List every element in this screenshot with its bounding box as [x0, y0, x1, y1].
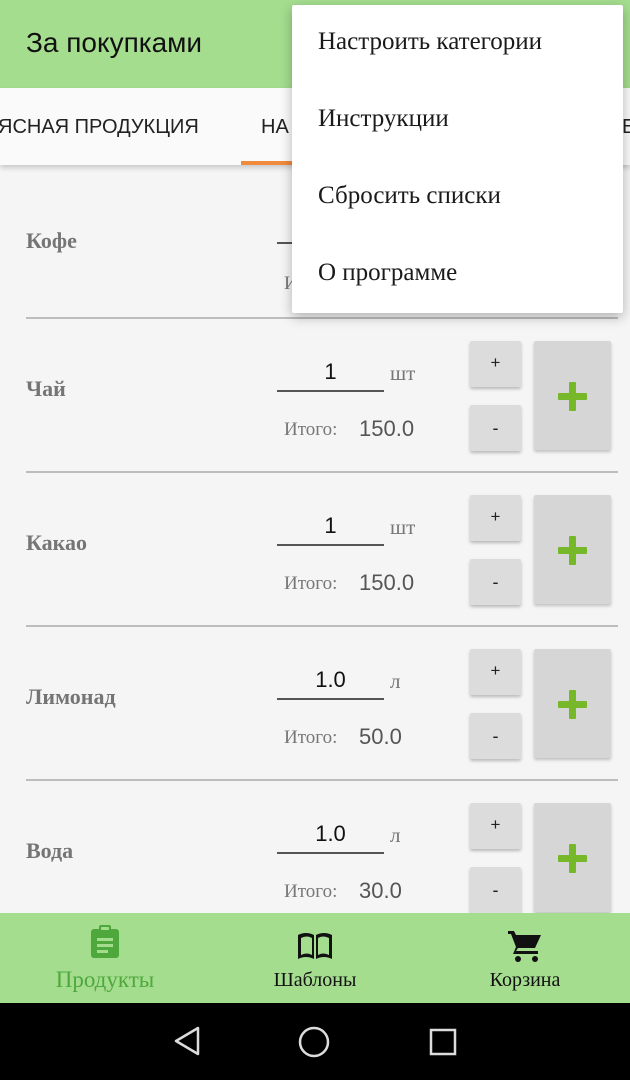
back-icon[interactable]	[172, 1025, 202, 1057]
plus-icon	[558, 382, 587, 411]
total-value: 30.0	[359, 878, 402, 903]
plus-icon	[558, 844, 587, 873]
book-icon	[298, 933, 332, 959]
recents-icon[interactable]	[429, 1028, 457, 1056]
menu-item-instructions[interactable]: Инструкции	[292, 82, 623, 159]
total-label: Итого:	[284, 727, 338, 748]
decrement-button[interactable]: -	[470, 405, 521, 451]
quantity-input[interactable]: 1.0	[277, 821, 384, 846]
bottom-navigation: Продукты Шаблоны Корзина	[0, 913, 630, 1003]
menu-item-reset-lists[interactable]: Сбросить списки	[292, 159, 623, 236]
system-navigation-bar	[0, 1003, 630, 1080]
tab-next-category[interactable]: Е	[622, 116, 630, 139]
plus-icon	[558, 690, 587, 719]
total-value: 150.0	[359, 570, 415, 595]
nav-templates[interactable]: Шаблоны	[210, 913, 420, 1003]
nav-label: Шаблоны	[273, 969, 357, 991]
list-item: Вода 1.0 л Итого: 30.0 + -	[0, 781, 630, 913]
quantity-input[interactable]: 1.0	[277, 667, 384, 692]
menu-item-configure-categories[interactable]: Настроить категории	[292, 5, 623, 82]
increment-button[interactable]: +	[470, 649, 521, 695]
total-value: 50.0	[359, 724, 402, 749]
unit-label: л	[390, 669, 401, 693]
decrement-button[interactable]: -	[470, 713, 521, 759]
quantity-underline	[277, 698, 384, 700]
list-item: Лимонад 1.0 л Итого: 50.0 + -	[0, 627, 630, 781]
tab-drinks[interactable]: НА	[261, 116, 289, 139]
product-name: Лимонад	[26, 684, 116, 709]
total-label: Итого:	[284, 573, 338, 594]
nav-label: Корзина	[489, 969, 561, 991]
quantity-underline	[277, 852, 384, 854]
list-item: Чай 1 шт Итого: 150.0 + -	[0, 319, 630, 473]
decrement-button[interactable]: -	[470, 559, 521, 605]
cart-icon	[508, 931, 541, 962]
quantity-underline	[277, 390, 384, 392]
unit-label: шт	[390, 361, 416, 385]
decrement-button[interactable]: -	[470, 867, 521, 913]
increment-button[interactable]: +	[470, 495, 521, 541]
unit-label: л	[390, 823, 401, 847]
quantity-underline	[277, 242, 293, 244]
tab-meat-products[interactable]: ЯСНАЯ ПРОДУКЦИЯ	[0, 116, 199, 139]
increment-button[interactable]: +	[470, 341, 521, 387]
menu-item-label: Настроить категории	[318, 28, 543, 55]
add-to-cart-button[interactable]	[534, 495, 611, 604]
add-to-cart-button[interactable]	[534, 341, 611, 450]
quantity-underline	[277, 544, 384, 546]
quantity-input[interactable]: 1	[277, 513, 384, 538]
product-name: Вода	[26, 838, 74, 863]
home-icon[interactable]	[298, 1026, 330, 1058]
clipboard-icon	[91, 925, 119, 958]
product-name: Какао	[26, 530, 88, 555]
nav-products[interactable]: Продукты	[0, 913, 210, 1003]
product-name: Кофе	[26, 228, 77, 253]
total-label: Итого:	[284, 881, 338, 902]
menu-item-label: Сбросить списки	[318, 182, 501, 209]
menu-item-about[interactable]: О программе	[292, 236, 623, 313]
list-item: Какао 1 шт Итого: 150.0 + -	[0, 473, 630, 627]
quantity-input[interactable]: 1	[277, 359, 384, 384]
add-to-cart-button[interactable]	[534, 803, 611, 912]
total-label: Итого:	[284, 419, 338, 440]
total-value: 150.0	[359, 416, 415, 441]
unit-label: шт	[390, 515, 416, 539]
menu-item-label: Инструкции	[318, 105, 449, 132]
menu-item-label: О программе	[318, 259, 458, 286]
plus-icon	[558, 536, 587, 565]
increment-button[interactable]: +	[470, 803, 521, 849]
nav-cart[interactable]: Корзина	[420, 913, 630, 1003]
app-title: За покупками	[26, 27, 203, 58]
overflow-menu: Настроить категории Инструкции Сбросить …	[292, 5, 623, 313]
add-to-cart-button[interactable]	[534, 649, 611, 758]
nav-label: Продукты	[55, 967, 155, 992]
product-name: Чай	[26, 376, 66, 401]
